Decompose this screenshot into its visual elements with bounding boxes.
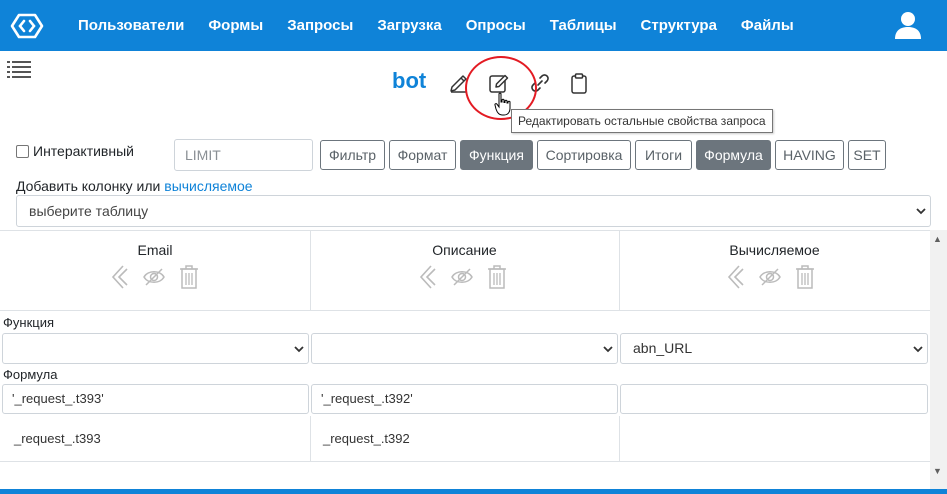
hand-cursor-icon (494, 92, 511, 116)
column-actions (724, 264, 816, 292)
set-button[interactable]: SET (848, 140, 886, 170)
move-left-icon[interactable] (108, 264, 130, 290)
add-column-text: Добавить колонку или (16, 178, 161, 194)
grid-border (619, 416, 620, 461)
grid-border (0, 310, 930, 311)
grid-border (0, 230, 930, 231)
column-actions (108, 264, 200, 292)
nav-item-3[interactable]: Загрузка (365, 17, 453, 34)
trash-icon[interactable] (486, 264, 508, 290)
top-navbar: Пользователи Формы Запросы Загрузка Опросы Та… (0, 0, 947, 51)
grid-border (310, 416, 311, 461)
having-button[interactable]: HAVING (775, 140, 844, 170)
value-cell-description: _request_.t392 (323, 431, 410, 446)
nav-item-6[interactable]: Структура (629, 17, 729, 34)
column-header-description: Описание (432, 242, 497, 258)
nav-item-5[interactable]: Таблицы (538, 17, 629, 34)
table-select-value: выберите таблицу (29, 203, 149, 219)
clipboard-icon[interactable] (568, 72, 590, 94)
value-cell-email: _request_.t393 (14, 431, 101, 446)
nav-item-4[interactable]: Опросы (454, 17, 538, 34)
table-select[interactable]: выберите таблицу (16, 195, 931, 227)
column-header-email: Email (137, 242, 173, 258)
grid-border (0, 461, 930, 462)
format-button[interactable]: Формат (389, 140, 456, 170)
function-row-label: Функция (3, 315, 54, 330)
limit-input[interactable]: LIMIT (174, 139, 313, 171)
scroll-down-arrow-icon[interactable]: ▼ (933, 466, 942, 476)
vertical-scrollbar[interactable] (930, 230, 947, 489)
chevron-down-icon (294, 346, 304, 353)
user-icon[interactable] (893, 10, 923, 40)
hide-column-icon[interactable] (451, 264, 473, 290)
query-title: bot (392, 68, 427, 93)
hide-column-icon[interactable] (143, 264, 165, 290)
function-select-value: abn_URL (633, 340, 693, 356)
move-left-icon[interactable] (724, 264, 746, 290)
totals-button[interactable]: Итоги (635, 140, 692, 170)
formula-row-label: Формула (3, 367, 58, 382)
interactive-checkbox[interactable] (16, 144, 29, 158)
function-button[interactable]: Функция (460, 140, 533, 170)
function-select-description[interactable] (311, 333, 618, 364)
chevron-down-icon (913, 346, 923, 353)
nav-item-0[interactable]: Пользователи (66, 17, 196, 34)
scroll-up-arrow-icon[interactable]: ▲ (933, 234, 942, 244)
formula-input-email[interactable]: '_request_.t393' (2, 384, 309, 414)
sort-button[interactable]: Сортировка (537, 140, 631, 170)
filter-button[interactable]: Фильтр (320, 140, 385, 170)
nav-item-1[interactable]: Формы (196, 17, 275, 34)
list-menu-icon[interactable] (7, 60, 31, 78)
nav-item-2[interactable]: Запросы (275, 17, 365, 34)
interactive-checkbox-wrap[interactable]: Интерактивный (16, 143, 134, 159)
trash-icon[interactable] (178, 264, 200, 290)
chevron-down-icon (916, 208, 926, 215)
move-left-icon[interactable] (416, 264, 438, 290)
nav-item-7[interactable]: Файлы (729, 17, 806, 34)
formula-input-description[interactable]: '_request_.t392' (311, 384, 618, 414)
add-column-label: Добавить колонку или вычисляемое (16, 178, 253, 194)
app-logo-icon[interactable] (9, 12, 45, 40)
formula-button[interactable]: Формула (696, 140, 771, 170)
column-header-computed: Вычисляемое (729, 242, 820, 258)
function-select-email[interactable] (2, 333, 309, 364)
trash-icon[interactable] (794, 264, 816, 290)
formula-input-computed[interactable] (620, 384, 928, 414)
chevron-down-icon (603, 346, 613, 353)
add-computed-link[interactable]: вычисляемое (164, 178, 252, 194)
hide-column-icon[interactable] (759, 264, 781, 290)
tooltip: Редактировать остальные свойства запроса (511, 109, 773, 133)
bottom-bar (0, 489, 947, 494)
column-actions (416, 264, 508, 292)
function-select-computed[interactable]: abn_URL (620, 333, 928, 364)
main-nav: Пользователи Формы Запросы Загрузка Опросы Та… (66, 0, 806, 51)
interactive-label: Интерактивный (33, 143, 134, 159)
